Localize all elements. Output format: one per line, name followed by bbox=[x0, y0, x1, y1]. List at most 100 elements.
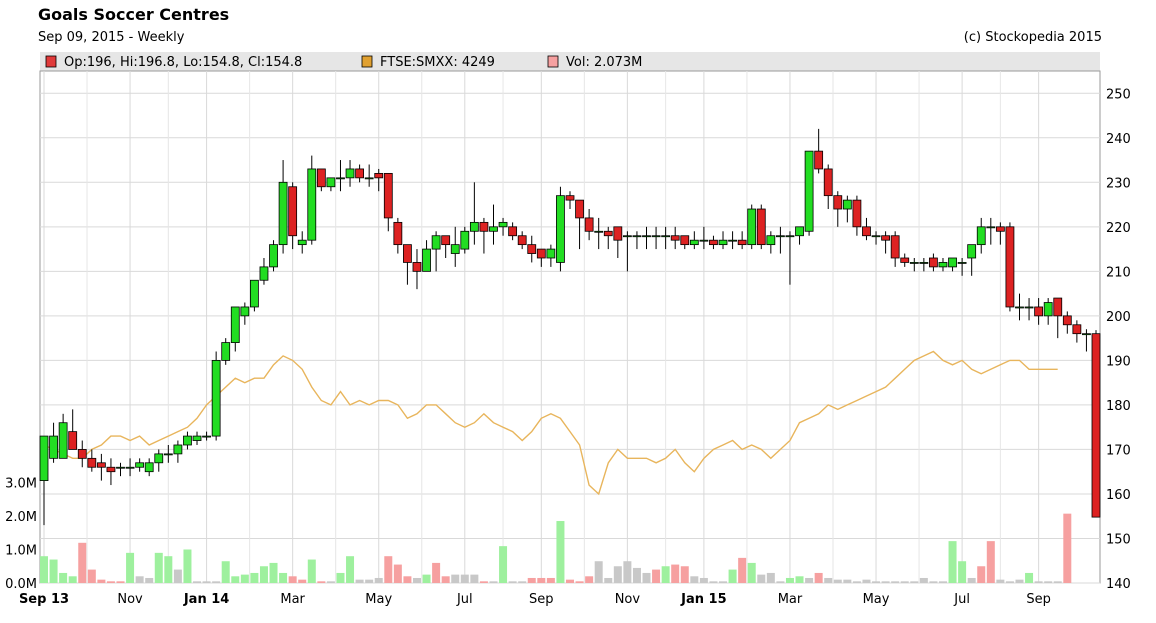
candle-body bbox=[393, 221, 403, 246]
volume-bar bbox=[97, 579, 106, 583]
candle-body bbox=[374, 172, 384, 179]
candle-body bbox=[498, 221, 508, 228]
candle-body bbox=[364, 177, 374, 180]
candle-body bbox=[1034, 306, 1044, 317]
volume-bar bbox=[872, 581, 881, 583]
volume-bar bbox=[632, 567, 641, 583]
candle-body bbox=[527, 244, 537, 254]
candle-body bbox=[747, 208, 757, 246]
volume-bar bbox=[594, 561, 603, 583]
candle-body bbox=[288, 186, 298, 237]
date-tick-label: Jul bbox=[456, 592, 473, 607]
volume-bar bbox=[623, 561, 632, 583]
candle-body bbox=[938, 262, 948, 268]
candlestick bbox=[804, 150, 814, 236]
volume-bar bbox=[508, 581, 517, 583]
candle-body bbox=[871, 235, 881, 238]
volume-bar bbox=[958, 561, 967, 583]
volume-bar bbox=[824, 577, 833, 583]
volume-bar bbox=[307, 559, 316, 583]
candle-body bbox=[183, 435, 192, 446]
volume-bar bbox=[499, 546, 508, 583]
volume-bar bbox=[1034, 581, 1043, 583]
candle-body bbox=[1062, 315, 1072, 326]
volume-bar bbox=[59, 572, 68, 583]
candle-body bbox=[422, 248, 431, 272]
volume-bar bbox=[518, 581, 527, 583]
volume-bar bbox=[193, 581, 202, 583]
volume-bar bbox=[805, 577, 814, 583]
volume-bar bbox=[403, 576, 412, 583]
volume-bar bbox=[1063, 513, 1072, 583]
candle-body bbox=[929, 257, 938, 268]
volume-bar bbox=[900, 581, 909, 583]
volume-bar bbox=[776, 581, 785, 583]
candle-body bbox=[1053, 297, 1063, 317]
volume-bar bbox=[566, 579, 574, 583]
date-tick-label: Mar bbox=[280, 592, 305, 607]
volume-bar bbox=[938, 581, 947, 583]
volume-bar bbox=[145, 577, 154, 583]
date-tick-label: Jan 14 bbox=[183, 592, 229, 607]
price-tick-label: 180 bbox=[1106, 399, 1131, 414]
date-tick-label: Nov bbox=[615, 592, 641, 607]
candle-body bbox=[135, 462, 145, 468]
volume-bar bbox=[613, 566, 622, 583]
candlestick bbox=[211, 351, 221, 441]
legend-label: Op:196, Hi:196.8, Lo:154.8, Cl:154.8 bbox=[64, 55, 302, 70]
volume-bar bbox=[346, 556, 355, 583]
candle-body bbox=[670, 235, 680, 241]
volume-bar bbox=[489, 581, 498, 583]
candle-body bbox=[967, 244, 977, 259]
volume-bar bbox=[948, 541, 957, 583]
candle-body bbox=[345, 168, 355, 179]
volume-bar bbox=[910, 581, 919, 583]
volume-bar bbox=[671, 564, 680, 583]
volume-bar bbox=[785, 577, 794, 583]
volume-bar bbox=[881, 581, 890, 583]
candle-body bbox=[737, 239, 747, 246]
candle-body bbox=[804, 150, 814, 232]
volume-tick-label: 3.0M bbox=[5, 477, 37, 492]
volume-bar bbox=[355, 579, 364, 583]
candle-body bbox=[230, 306, 240, 343]
candle-body bbox=[269, 244, 278, 268]
candlestick bbox=[756, 204, 766, 250]
volume-bar bbox=[451, 574, 460, 583]
price-tick-label: 190 bbox=[1106, 354, 1131, 369]
volume-bar bbox=[135, 576, 144, 583]
volume-bar bbox=[460, 574, 469, 583]
candle-body bbox=[1072, 324, 1082, 335]
legend-swatch bbox=[361, 55, 373, 68]
volume-bar bbox=[317, 581, 326, 583]
candle-body bbox=[441, 235, 451, 246]
volume-bar bbox=[527, 577, 536, 583]
date-tick-label: May bbox=[863, 592, 890, 607]
volume-bar bbox=[479, 581, 488, 583]
candle-body bbox=[919, 262, 929, 264]
price-tick-label: 210 bbox=[1106, 265, 1131, 280]
candle-body bbox=[307, 168, 317, 241]
volume-tick-label: 2.0M bbox=[5, 510, 37, 525]
volume-bar bbox=[393, 564, 402, 583]
volume-bar bbox=[556, 521, 565, 583]
candle-body bbox=[995, 226, 1005, 232]
volume-bar bbox=[240, 574, 249, 583]
volume-bar bbox=[250, 572, 259, 583]
volume-bar bbox=[967, 577, 976, 583]
candle-body bbox=[431, 235, 441, 250]
candle-body bbox=[833, 195, 843, 210]
candle-body bbox=[259, 266, 269, 281]
volume-bar bbox=[642, 572, 651, 583]
volume-bar bbox=[919, 577, 928, 583]
volume-bar bbox=[40, 556, 48, 583]
candle-body bbox=[900, 257, 910, 263]
candle-body bbox=[699, 239, 709, 242]
candle-body bbox=[163, 453, 173, 456]
volume-bar bbox=[1044, 581, 1053, 583]
volume-bar bbox=[652, 569, 661, 583]
candle-body bbox=[957, 262, 967, 264]
candle-body bbox=[517, 235, 527, 246]
price-tick-label: 140 bbox=[1106, 577, 1131, 592]
candle-body bbox=[469, 221, 479, 232]
